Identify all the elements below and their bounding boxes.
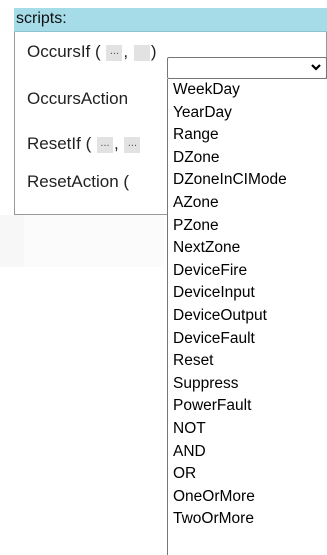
background-panel	[0, 215, 24, 267]
scripts-title: scripts:	[16, 10, 67, 27]
script-row-occursaction[interactable]: OccursAction	[27, 89, 128, 109]
script-row-occursif[interactable]: OccursIf ( ..., )	[27, 42, 157, 62]
script-editor: scripts: OccursIf ( ..., ) OccursAction …	[0, 0, 327, 555]
dropdown-option[interactable]: DZone	[168, 147, 327, 170]
argument-separator: ,	[113, 134, 119, 153]
dropdown-option[interactable]: NextZone	[168, 237, 327, 260]
argument-slot[interactable]: ...	[124, 136, 141, 153]
close-paren: )	[150, 42, 157, 61]
argument-slot[interactable]: ...	[96, 136, 113, 153]
background-panel	[24, 215, 164, 267]
dropdown-option[interactable]: AZone	[168, 192, 327, 215]
dropdown-option[interactable]: DeviceInput	[168, 282, 327, 305]
dropdown-option[interactable]: DZoneInCIMode	[168, 169, 327, 192]
function-dropdown-list[interactable]: WeekDay YearDay Range DZone DZoneInCIMod…	[167, 79, 327, 555]
dropdown-option[interactable]: Range	[168, 124, 327, 147]
dropdown-option[interactable]: NOT	[168, 418, 327, 441]
row-label: ResetIf (	[27, 134, 92, 153]
dropdown-option[interactable]: Reset	[168, 350, 327, 373]
dropdown-option[interactable]: OneOrMore	[168, 486, 327, 509]
argument-slot[interactable]	[133, 44, 150, 61]
chevron-down-icon	[311, 64, 321, 71]
function-select[interactable]	[167, 57, 327, 79]
dropdown-option[interactable]: OR	[168, 463, 327, 486]
dropdown-option[interactable]: YearDay	[168, 102, 327, 125]
dropdown-option[interactable]: DeviceFire	[168, 260, 327, 283]
argument-separator: ,	[123, 42, 129, 61]
dropdown-option[interactable]: DeviceFault	[168, 328, 327, 351]
row-label: OccursIf (	[27, 42, 101, 61]
script-row-resetaction[interactable]: ResetAction (	[27, 172, 129, 192]
row-label: ResetAction (	[27, 172, 130, 191]
dropdown-option[interactable]: AND	[168, 441, 327, 464]
dropdown-option[interactable]: TwoOrMore	[168, 508, 327, 531]
dropdown-option[interactable]: PowerFault	[168, 395, 327, 418]
argument-slot[interactable]: ...	[106, 44, 123, 61]
dropdown-option[interactable]: WeekDay	[168, 79, 327, 102]
dropdown-option[interactable]: Suppress	[168, 373, 327, 396]
row-label: OccursAction	[27, 89, 129, 108]
script-row-resetif[interactable]: ResetIf ( ..., ...	[27, 134, 141, 154]
dropdown-option[interactable]: PZone	[168, 215, 327, 238]
dropdown-option[interactable]: DeviceOutput	[168, 305, 327, 328]
scripts-header: scripts:	[14, 8, 327, 32]
